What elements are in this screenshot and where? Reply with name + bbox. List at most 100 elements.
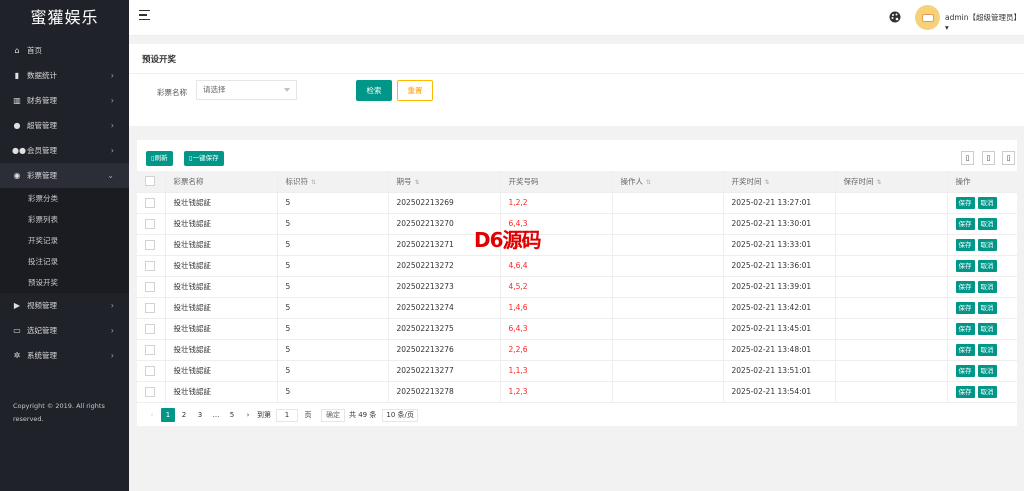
app-logo: 蜜獾娱乐 xyxy=(30,8,99,27)
sidebar-item-3[interactable]: ▥ 财务管理 › xyxy=(0,88,129,113)
sidebar-item-3[interactable]: ✲ 系统管理 › xyxy=(0,343,129,368)
sort-icon[interactable]: ⇅ xyxy=(415,179,420,186)
row-actions: 保存 取消 xyxy=(947,297,1017,319)
row-save-button[interactable]: 保存 xyxy=(955,196,975,209)
next-page-button[interactable]: › xyxy=(241,408,255,422)
per-page-select[interactable]: 10 条/页 xyxy=(382,408,418,422)
columns-filter-icon[interactable]: ▯ xyxy=(961,151,974,165)
user-menu[interactable]: admin【超级管理员】 ▾ xyxy=(945,12,1024,32)
select-placeholder: 请选择 xyxy=(203,85,226,94)
prev-page-button[interactable]: ‹ xyxy=(145,408,159,422)
row-checkbox[interactable] xyxy=(145,218,155,229)
top-header: admin【超级管理员】 ▾ xyxy=(129,0,1024,36)
avatar[interactable] xyxy=(915,5,940,30)
row-cancel-button[interactable]: 取消 xyxy=(977,301,997,314)
palette-icon[interactable] xyxy=(889,11,901,23)
sidebar-item-5[interactable]: ●●会员管理 › xyxy=(0,138,129,163)
table-cell xyxy=(835,255,948,277)
row-checkbox[interactable] xyxy=(145,197,155,208)
row-save-button[interactable]: 保存 xyxy=(955,301,975,314)
sort-icon[interactable]: ⇅ xyxy=(765,179,770,186)
goto-confirm-button[interactable]: 确定 xyxy=(321,408,345,422)
row-select-cell xyxy=(137,360,166,382)
page-2-button[interactable]: 2 xyxy=(177,408,191,422)
table-cell xyxy=(612,381,724,403)
row-save-button[interactable]: 保存 xyxy=(955,364,975,377)
user-icon: ● xyxy=(13,121,21,130)
chevron-icon: › xyxy=(110,71,114,80)
sidebar-subitem[interactable]: 开奖记录 xyxy=(0,230,129,251)
sidebar-item-label: 彩票管理 xyxy=(27,171,57,180)
sort-icon[interactable]: ⇅ xyxy=(877,179,882,186)
row-cancel-button[interactable]: 取消 xyxy=(977,259,997,272)
row-checkbox[interactable] xyxy=(145,302,155,313)
row-cancel-button[interactable]: 取消 xyxy=(977,364,997,377)
sidebar-subitem[interactable]: 投注记录 xyxy=(0,251,129,272)
column-header[interactable]: 标识符 ⇅ xyxy=(277,171,389,193)
column-header[interactable]: 操作人 ⇅ xyxy=(612,171,724,193)
row-checkbox[interactable] xyxy=(145,260,155,271)
row-cancel-button[interactable]: 取消 xyxy=(977,385,997,398)
sidebar-item-4[interactable]: ● 超管管理 › xyxy=(0,113,129,138)
row-select-cell xyxy=(137,234,166,256)
column-header[interactable]: 期号 ⇅ xyxy=(388,171,501,193)
row-cancel-button[interactable]: 取消 xyxy=(977,322,997,335)
row-save-button[interactable]: 保存 xyxy=(955,280,975,293)
table-cell: 投壮钱認証 xyxy=(165,381,278,403)
row-checkbox[interactable] xyxy=(145,281,155,292)
search-panel: 预设开奖 彩票名称 请选择 检索 重置 xyxy=(129,44,1024,126)
table-cell xyxy=(835,339,948,361)
sidebar-subitem[interactable]: 彩票列表 xyxy=(0,209,129,230)
row-actions: 保存 取消 xyxy=(947,234,1017,256)
table-cell xyxy=(612,339,724,361)
row-checkbox[interactable] xyxy=(145,386,155,397)
table-cell: 202502213273 xyxy=(388,276,501,298)
refresh-button[interactable]: ▯刷新 xyxy=(146,151,173,166)
page-3-button[interactable]: 3 xyxy=(193,408,207,422)
row-save-button[interactable]: 保存 xyxy=(955,322,975,335)
row-actions: 保存 取消 xyxy=(947,381,1017,403)
row-save-button[interactable]: 保存 xyxy=(955,385,975,398)
sidebar-item-2[interactable]: ▭ 选妃管理 › xyxy=(0,318,129,343)
sidebar-item-6[interactable]: ◉ 彩票管理 ⌄ xyxy=(0,163,129,188)
column-header[interactable]: 保存时间 ⇅ xyxy=(835,171,948,193)
sidebar-item-2[interactable]: ▮ 数据统计 › xyxy=(0,63,129,88)
row-cancel-button[interactable]: 取消 xyxy=(977,238,997,251)
row-save-button[interactable]: 保存 xyxy=(955,343,975,356)
row-save-button[interactable]: 保存 xyxy=(955,238,975,251)
page-last-button[interactable]: 5 xyxy=(225,408,239,422)
row-cancel-button[interactable]: 取消 xyxy=(977,343,997,356)
row-checkbox[interactable] xyxy=(145,323,155,334)
sort-icon[interactable]: ⇅ xyxy=(646,179,651,186)
sidebar-item-label: 财务管理 xyxy=(27,96,57,105)
row-select-cell xyxy=(137,318,166,340)
table-cell: 5 xyxy=(277,318,389,340)
print-icon[interactable]: ▯ xyxy=(1002,151,1015,165)
table-cell: 投壮钱認証 xyxy=(165,318,278,340)
sidebar-item-1[interactable]: ⌂ 首页 xyxy=(0,38,129,63)
row-cancel-button[interactable]: 取消 xyxy=(977,196,997,209)
save-all-button[interactable]: ▯一键保存 xyxy=(184,151,224,166)
row-checkbox[interactable] xyxy=(145,365,155,376)
goto-page-input[interactable]: 1 xyxy=(276,408,298,422)
column-header[interactable]: 开奖时间 ⇅ xyxy=(723,171,836,193)
export-icon[interactable]: ▯ xyxy=(982,151,995,165)
row-checkbox[interactable] xyxy=(145,239,155,250)
chevron-icon: › xyxy=(110,121,114,130)
row-save-button[interactable]: 保存 xyxy=(955,217,975,230)
row-checkbox[interactable] xyxy=(145,344,155,355)
search-button[interactable]: 检索 xyxy=(356,80,392,101)
sidebar-subitem[interactable]: 预设开奖 xyxy=(0,272,129,293)
lottery-name-select[interactable]: 请选择 xyxy=(196,80,297,100)
menu-toggle-icon[interactable] xyxy=(139,10,151,22)
row-save-button[interactable]: 保存 xyxy=(955,259,975,272)
ticket-icon: ▭ xyxy=(13,326,21,335)
sidebar-subitem[interactable]: 彩票分类 xyxy=(0,188,129,209)
sort-icon[interactable]: ⇅ xyxy=(311,179,316,186)
sidebar-item-1[interactable]: ▶ 视频管理 › xyxy=(0,293,129,318)
page-1-button[interactable]: 1 xyxy=(161,408,175,422)
row-cancel-button[interactable]: 取消 xyxy=(977,217,997,230)
select-all-checkbox[interactable] xyxy=(145,176,155,187)
row-cancel-button[interactable]: 取消 xyxy=(977,280,997,293)
reset-button[interactable]: 重置 xyxy=(397,80,433,101)
